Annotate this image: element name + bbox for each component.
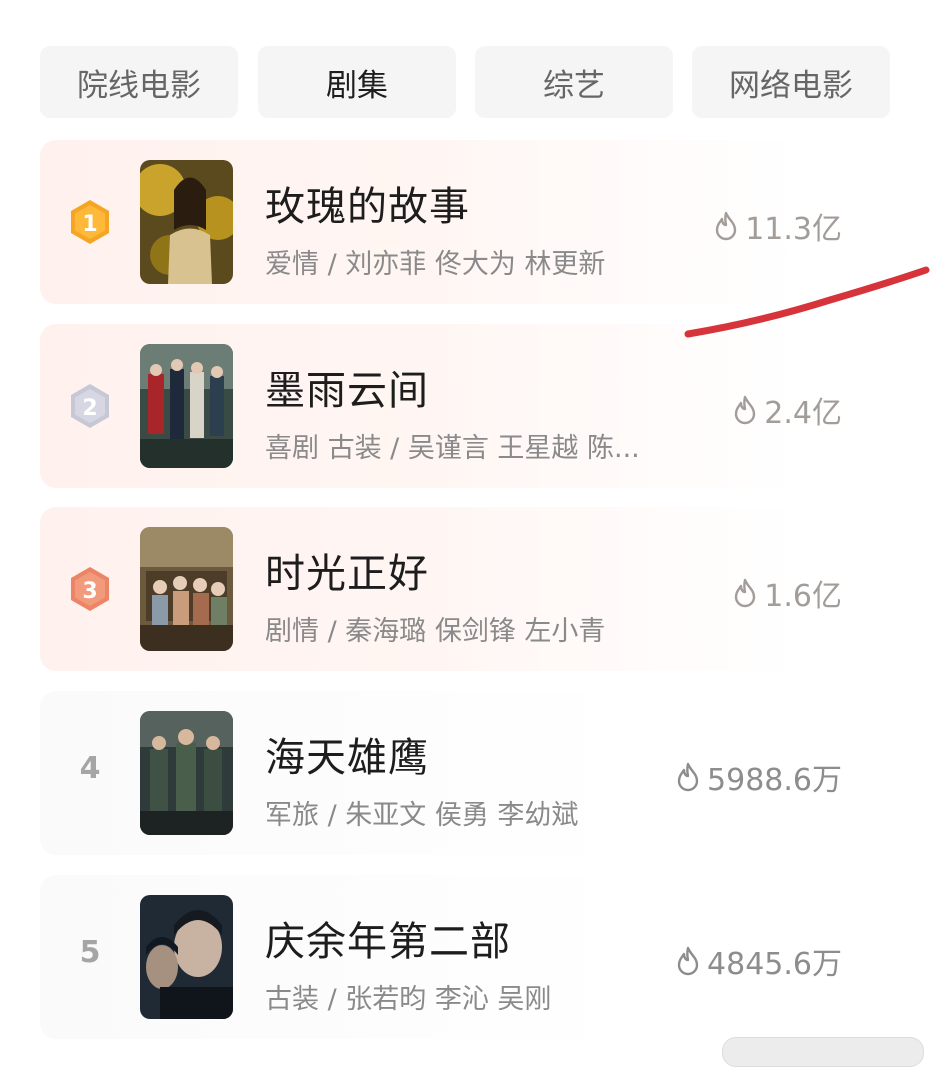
flame-icon	[735, 578, 756, 608]
tab-series[interactable]: 剧集	[258, 46, 456, 118]
heat-value: 5988.6万	[675, 755, 842, 799]
rank-silver-badge-icon: 2	[66, 382, 114, 430]
ranking-row-3[interactable]: 3 时光正好 剧情 / 秦海璐 保剑锋 左小青 1.6亿	[40, 507, 890, 671]
drama-meta: 剧情 / 秦海璐 保剑锋 左小青	[265, 616, 606, 647]
drama-title: 庆余年第二部	[265, 919, 511, 965]
watermark-pill	[722, 1037, 924, 1067]
ranking-row-4[interactable]: 4 海天雄鹰 军旅 / 朱亚文 侯勇 李幼斌 5988.6万	[40, 691, 890, 855]
drama-meta: 古装 / 张若昀 李沁 吴刚	[265, 984, 552, 1015]
poster-image[interactable]	[140, 527, 233, 651]
poster-image[interactable]	[140, 711, 233, 835]
rank-gold-badge-icon: 1	[66, 198, 114, 246]
drama-title: 海天雄鹰	[265, 735, 429, 781]
heat-value: 2.4亿	[732, 388, 842, 432]
rank-number: 5	[79, 935, 101, 970]
heat-text: 4845.6万	[707, 947, 842, 982]
drama-title: 墨雨云间	[265, 368, 429, 414]
rank-number: 1	[82, 212, 97, 237]
heat-text: 2.4亿	[764, 396, 842, 431]
drama-meta: 军旅 / 朱亚文 侯勇 李幼斌	[265, 800, 579, 831]
rank-number: 4	[79, 751, 101, 786]
tab-label: 院线电影	[77, 67, 201, 104]
tab-variety[interactable]: 综艺	[475, 46, 673, 118]
tab-label: 综艺	[543, 67, 605, 104]
heat-value: 4845.6万	[675, 939, 842, 983]
category-tabs: 院线电影 剧集 综艺 网络电影	[40, 46, 890, 118]
drama-meta: 喜剧 古装 / 吴谨言 王星越 陈...	[265, 433, 640, 464]
flame-icon	[716, 211, 737, 241]
rank-number: 2	[82, 396, 97, 421]
rank-number: 3	[82, 579, 97, 604]
drama-meta: 爱情 / 刘亦菲 佟大为 林更新	[265, 249, 606, 280]
heat-text: 5988.6万	[707, 763, 842, 798]
ranking-row-5[interactable]: 5 庆余年第二部 古装 / 张若昀 李沁 吴刚 4845.6万	[40, 875, 890, 1039]
tab-theater-movies[interactable]: 院线电影	[40, 46, 238, 118]
tab-web-movies[interactable]: 网络电影	[692, 46, 890, 118]
poster-image[interactable]	[140, 160, 233, 284]
heat-text: 1.6亿	[764, 579, 842, 614]
tab-label: 剧集	[326, 67, 388, 104]
flame-icon	[677, 946, 699, 976]
heat-value: 11.3亿	[713, 204, 842, 248]
heat-value: 1.6亿	[732, 571, 842, 615]
poster-image[interactable]	[140, 344, 233, 468]
rank-bronze-badge-icon: 3	[66, 565, 114, 613]
heat-text: 11.3亿	[745, 212, 842, 247]
tab-label: 网络电影	[729, 67, 853, 104]
drama-title: 时光正好	[265, 551, 429, 597]
ranking-row-1[interactable]: 1 玫瑰的故事 爱情 / 刘亦菲 佟大为 林更新 11.3亿	[40, 140, 890, 304]
flame-icon	[735, 395, 756, 425]
ranking-row-2[interactable]: 2 墨雨云间 喜剧 古装 / 吴谨言 王星越 陈... 2.4亿	[40, 324, 890, 488]
drama-title: 玫瑰的故事	[265, 184, 470, 230]
poster-image[interactable]	[140, 895, 233, 1019]
flame-icon	[677, 762, 699, 792]
